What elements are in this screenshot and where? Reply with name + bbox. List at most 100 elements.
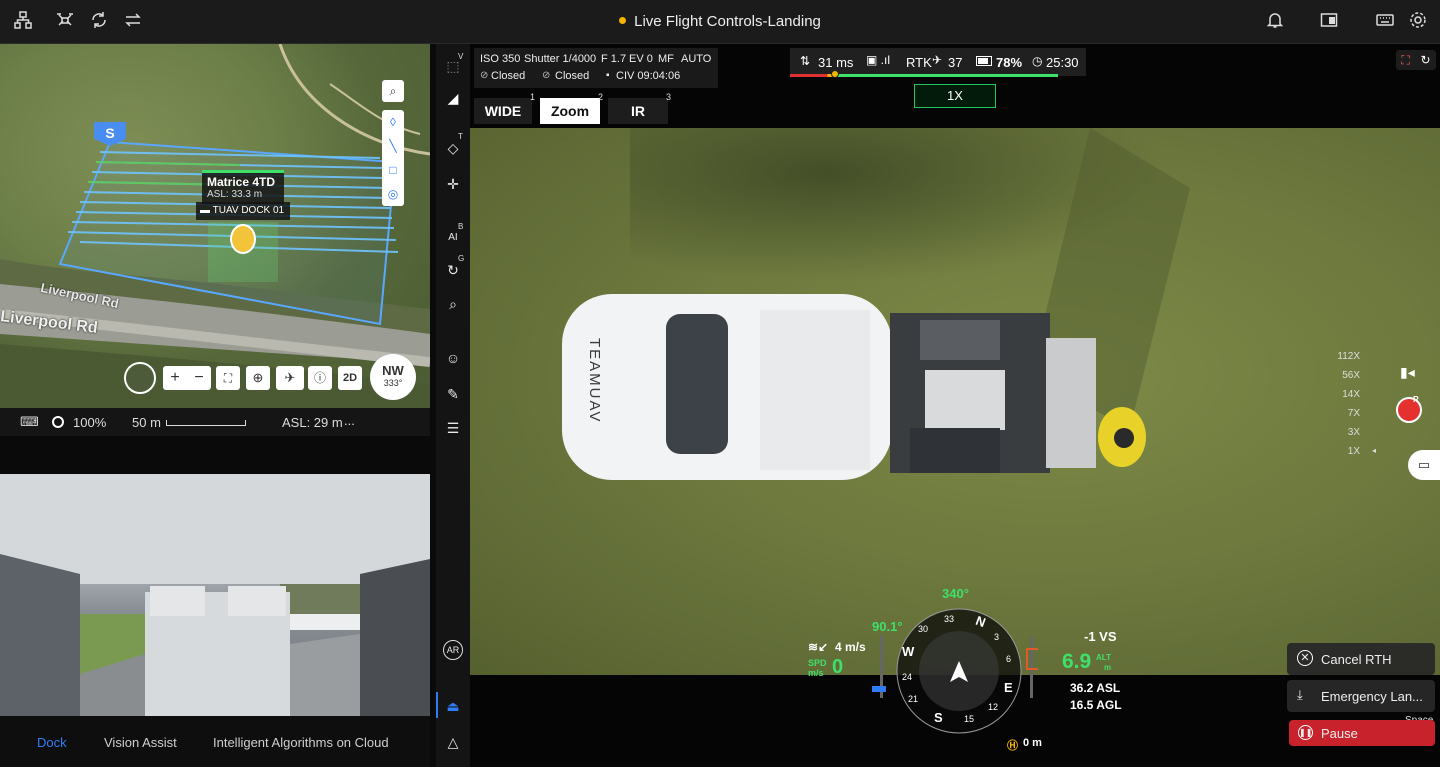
person-detect-icon[interactable]: ☺ bbox=[443, 348, 463, 368]
closed-icon: ⊘ bbox=[542, 70, 551, 81]
ar-button[interactable]: AR bbox=[443, 640, 463, 660]
cancel-rth-button[interactable]: ✕ Cancel RTH bbox=[1287, 643, 1435, 675]
zoom-tick[interactable]: 14X bbox=[1330, 389, 1360, 400]
map-asl: ASL: 29 m bbox=[282, 415, 343, 430]
dock-camera-feed[interactable] bbox=[0, 474, 430, 716]
locate-icon[interactable]: ⊕ bbox=[246, 366, 270, 390]
polygon-tool-icon[interactable]: □ bbox=[382, 158, 404, 182]
battery-value: 78% bbox=[996, 55, 1023, 70]
fit-view-icon[interactable]: ⛶ bbox=[216, 366, 240, 390]
tab-intelligent-algorithms[interactable]: Intelligent Algorithms on Cloud bbox=[213, 735, 389, 750]
map-compass[interactable]: NW 333° bbox=[370, 354, 416, 400]
terrain-icon[interactable]: △ bbox=[443, 732, 463, 752]
map-layer-icon[interactable] bbox=[124, 362, 156, 394]
refresh-icon[interactable]: ↻ bbox=[1421, 53, 1431, 67]
left-tab-bar: Dock Vision Assist Intelligent Algorithm… bbox=[0, 716, 430, 767]
aircraft-label[interactable]: Matrice 4TD ASL: 33.3 m bbox=[202, 170, 284, 204]
hud-alt-unit: m bbox=[1104, 663, 1112, 672]
hud-asl: 36.2 ASL bbox=[1070, 681, 1121, 695]
aircraft-marker-icon[interactable] bbox=[230, 224, 256, 254]
scale-distance: 50 m bbox=[132, 415, 161, 430]
latency-icon: ⇅ bbox=[800, 54, 811, 68]
zoom-controls: + − bbox=[163, 366, 211, 390]
hud-spd-unit: m/s bbox=[808, 668, 824, 678]
compass-mark: E bbox=[1004, 680, 1013, 695]
iso-value: ISO 350 bbox=[480, 53, 521, 65]
video-camera-icon[interactable]: ▮◂ bbox=[1400, 364, 1415, 381]
zoom-in-icon[interactable]: + bbox=[170, 369, 179, 387]
map-view[interactable]: S Matrice 4TD ASL: 33.3 m ▬ TUAV DOCK 01… bbox=[0, 44, 430, 408]
compass-mark: 3 bbox=[994, 632, 1000, 642]
fullscreen-icon[interactable]: ⛶ bbox=[1401, 53, 1409, 68]
shortcut-t: T bbox=[458, 132, 463, 141]
menu-list-icon[interactable]: ☰ bbox=[443, 418, 463, 438]
hud-compass bbox=[896, 608, 1022, 734]
compass-mark: 24 bbox=[902, 672, 913, 682]
clock-icon: ◷ bbox=[1032, 54, 1043, 68]
altitude-limit bbox=[1026, 648, 1038, 670]
compass-mark: 21 bbox=[908, 694, 919, 704]
camera-params[interactable]: ISO 350 Shutter 1/4000 F 1.7 EV 0 MF AUT… bbox=[474, 48, 718, 88]
zoom-search-icon[interactable]: ⌕ bbox=[443, 294, 463, 314]
pin-tool-icon[interactable]: ◊ bbox=[382, 110, 404, 134]
line-tool-icon[interactable]: ╲ bbox=[382, 134, 404, 158]
dock-name: TUAV DOCK 01 bbox=[212, 205, 285, 216]
close-icon: ✕ bbox=[1297, 650, 1313, 666]
rtk-label: RTK bbox=[906, 55, 932, 70]
target-pin-icon[interactable]: ◇ bbox=[443, 138, 463, 158]
bell-icon[interactable] bbox=[1264, 11, 1286, 33]
home-icon: Ⓗ bbox=[1007, 740, 1018, 752]
pause-label: Pause bbox=[1321, 726, 1358, 741]
draw-tools: ◊ ╲ □ ◎ bbox=[382, 110, 404, 206]
map-search-icon[interactable]: ⌕ bbox=[382, 80, 404, 102]
circle-tool-icon[interactable]: ◎ bbox=[382, 182, 404, 206]
center-point-icon[interactable]: ✛ bbox=[443, 174, 463, 194]
page-title: Live Flight Controls-Landing bbox=[0, 13, 1440, 30]
record-button[interactable]: R bbox=[1396, 395, 1422, 423]
settings-icon[interactable] bbox=[1407, 11, 1429, 33]
zoom-out-icon[interactable]: − bbox=[194, 369, 203, 387]
camera-toolbar: ⬚ V ◢ ◇ T ✛ AI B ↻ G ⌕ ☺ ✎ ☰ AR ⏏ △ bbox=[436, 44, 470, 767]
landing-icon[interactable]: ⏏ bbox=[443, 696, 463, 716]
zoom-level[interactable]: 1X bbox=[914, 84, 996, 108]
split-view-icon[interactable] bbox=[1318, 11, 1340, 33]
compass-mark: 6 bbox=[1006, 654, 1012, 664]
zoom-tick[interactable]: 56X bbox=[1330, 370, 1360, 381]
pause-icon: ❚❚ bbox=[1298, 725, 1313, 740]
tab-vision-assist[interactable]: Vision Assist bbox=[104, 735, 177, 750]
edit-note-icon[interactable]: ✎ bbox=[443, 384, 463, 404]
lens-wide-button[interactable]: WIDE bbox=[474, 98, 532, 124]
more-options[interactable]: ... bbox=[344, 413, 355, 428]
zoom-tick[interactable]: 3X bbox=[1330, 427, 1360, 438]
zoom-tick[interactable]: 7X bbox=[1330, 408, 1360, 419]
cancel-rth-label: Cancel RTH bbox=[1321, 652, 1392, 667]
dock-label[interactable]: ▬ TUAV DOCK 01 bbox=[196, 202, 290, 220]
keyboard-icon[interactable]: ⌨ bbox=[20, 414, 39, 430]
shortcut-g: G bbox=[458, 254, 465, 263]
zoom-tick[interactable]: 1X bbox=[1330, 446, 1360, 457]
emergency-landing-button[interactable]: ⤓ Emergency Lan... bbox=[1287, 680, 1435, 712]
zoom-tick[interactable]: 112X bbox=[1330, 351, 1360, 362]
opacity-value: 100% bbox=[73, 415, 107, 430]
focus-mode: MF bbox=[658, 53, 674, 65]
compass-deg: 333° bbox=[383, 378, 403, 388]
chat-icon[interactable]: ▭ bbox=[1408, 450, 1440, 480]
laser-icon[interactable]: ◢ bbox=[443, 88, 463, 108]
lens-ir-button[interactable]: IR bbox=[608, 98, 668, 124]
hud-agl: 16.5 AGL bbox=[1070, 698, 1122, 712]
map-status-bar: ⌨ 100% 50 m ASL: 29 m ... bbox=[0, 408, 430, 436]
ai-detect-button[interactable]: AI bbox=[443, 228, 463, 248]
keyboard-icon[interactable] bbox=[1374, 11, 1396, 33]
gimbal-reset-icon[interactable]: ↻ bbox=[443, 260, 463, 280]
tab-dock[interactable]: Dock bbox=[37, 735, 67, 750]
landing-down-icon: ⤓ bbox=[1297, 687, 1303, 702]
storage-icon: ▪ bbox=[606, 70, 610, 81]
pause-button[interactable]: ❚❚ Pause bbox=[1289, 720, 1435, 746]
info-icon[interactable]: ⓘ bbox=[308, 366, 332, 390]
aircraft-asl: ASL: 33.3 m bbox=[207, 189, 263, 200]
view-mode-button[interactable]: 2D bbox=[338, 366, 362, 390]
lens-zoom-button[interactable]: Zoom bbox=[540, 98, 600, 124]
dock-icon: ▬ bbox=[200, 205, 213, 216]
page-title-text: Live Flight Controls-Landing bbox=[634, 13, 821, 30]
aircraft-center-icon[interactable]: ✈ bbox=[276, 366, 304, 390]
